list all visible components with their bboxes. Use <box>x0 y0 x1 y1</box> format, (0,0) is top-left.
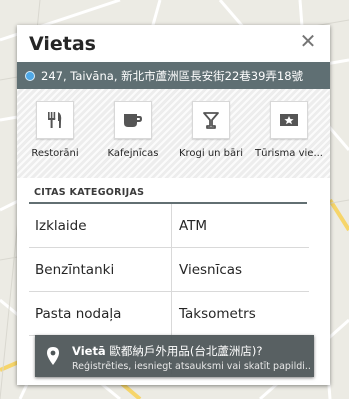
places-dialog: Vietas ✕ 247, Taivāna, 新北市蘆洲區長安街22巷39弄18… <box>17 25 330 385</box>
coffee-cup-icon <box>124 114 142 127</box>
place-info-bar[interactable]: Vietā 歐都納戶外用品(台北蘆洲店)? Reģistrēties, iesn… <box>35 335 314 377</box>
current-location-text: 247, Taivāna, 新北市蘆洲區長安街22巷39弄18號 <box>41 68 304 83</box>
category-restaurants[interactable]: Restorāni <box>17 101 93 159</box>
cocktail-glass-icon <box>203 112 219 129</box>
category-attractions-button[interactable] <box>270 101 308 139</box>
other-categories-heading: CITAS KATEGORIJAS <box>34 187 145 198</box>
category-cafes-button[interactable] <box>114 101 152 139</box>
category-label: Krogi un bāri <box>178 148 244 159</box>
category-attractions[interactable]: Tūrisma vie... <box>251 101 327 159</box>
fork-knife-icon <box>48 112 62 128</box>
dialog-title: Vietas <box>29 33 96 55</box>
star-ticket-icon <box>280 114 298 126</box>
dialog-header: Vietas ✕ <box>17 25 330 61</box>
current-location-bar[interactable]: 247, Taivāna, 新北市蘆洲區長安街22巷39弄18號 <box>17 62 330 89</box>
category-row: Restorāni Kafejnīcas Krogi un bāri Tūris… <box>17 89 330 178</box>
map-pin-icon <box>47 347 59 365</box>
category-label: Restorāni <box>31 148 79 159</box>
category-taxis[interactable]: Taksometrs <box>179 292 307 335</box>
category-atm[interactable]: ATM <box>179 204 307 247</box>
place-info-prefix: Vietā <box>72 344 106 358</box>
place-info-title: Vietā 歐都納戶外用品(台北蘆洲店)? <box>72 343 262 359</box>
category-entertainment[interactable]: Izklaide <box>35 204 167 247</box>
my-location-icon <box>25 70 35 81</box>
category-bars-button[interactable] <box>192 101 230 139</box>
close-icon[interactable]: ✕ <box>298 31 318 51</box>
category-label: Kafejnīcas <box>107 148 159 159</box>
place-info-subtitle: Reģistrēties, iesniegt atsauksmi vai ska… <box>72 361 310 372</box>
place-info-name: 歐都納戶外用品(台北蘆洲店)? <box>109 344 263 358</box>
category-restaurants-button[interactable] <box>36 101 74 139</box>
category-hotels[interactable]: Viesnīcas <box>179 248 307 291</box>
category-bars[interactable]: Krogi un bāri <box>173 101 249 159</box>
category-gas-stations[interactable]: Benzīntanki <box>35 248 167 291</box>
category-label: Tūrisma vie... <box>255 148 323 159</box>
category-cafes[interactable]: Kafejnīcas <box>95 101 171 159</box>
category-post-office[interactable]: Pasta nodaļa <box>35 292 167 335</box>
